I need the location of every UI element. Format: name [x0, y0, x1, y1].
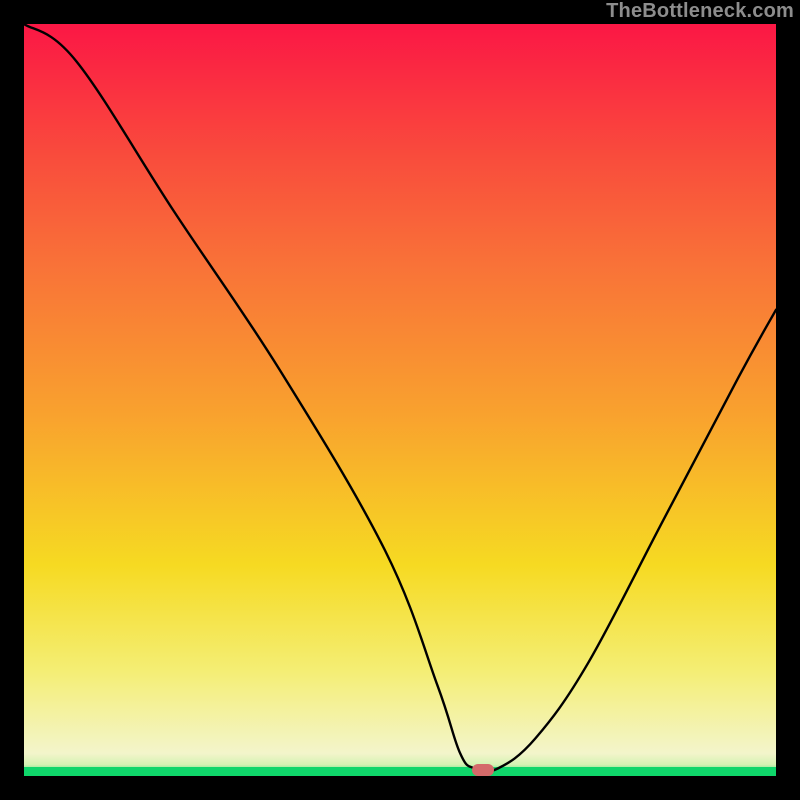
- watermark-text: TheBottleneck.com: [606, 0, 794, 23]
- bottleneck-curve: [24, 24, 776, 776]
- chart-frame: TheBottleneck.com: [0, 0, 800, 800]
- plot-area: [24, 24, 776, 776]
- optimal-point-marker: [472, 764, 494, 776]
